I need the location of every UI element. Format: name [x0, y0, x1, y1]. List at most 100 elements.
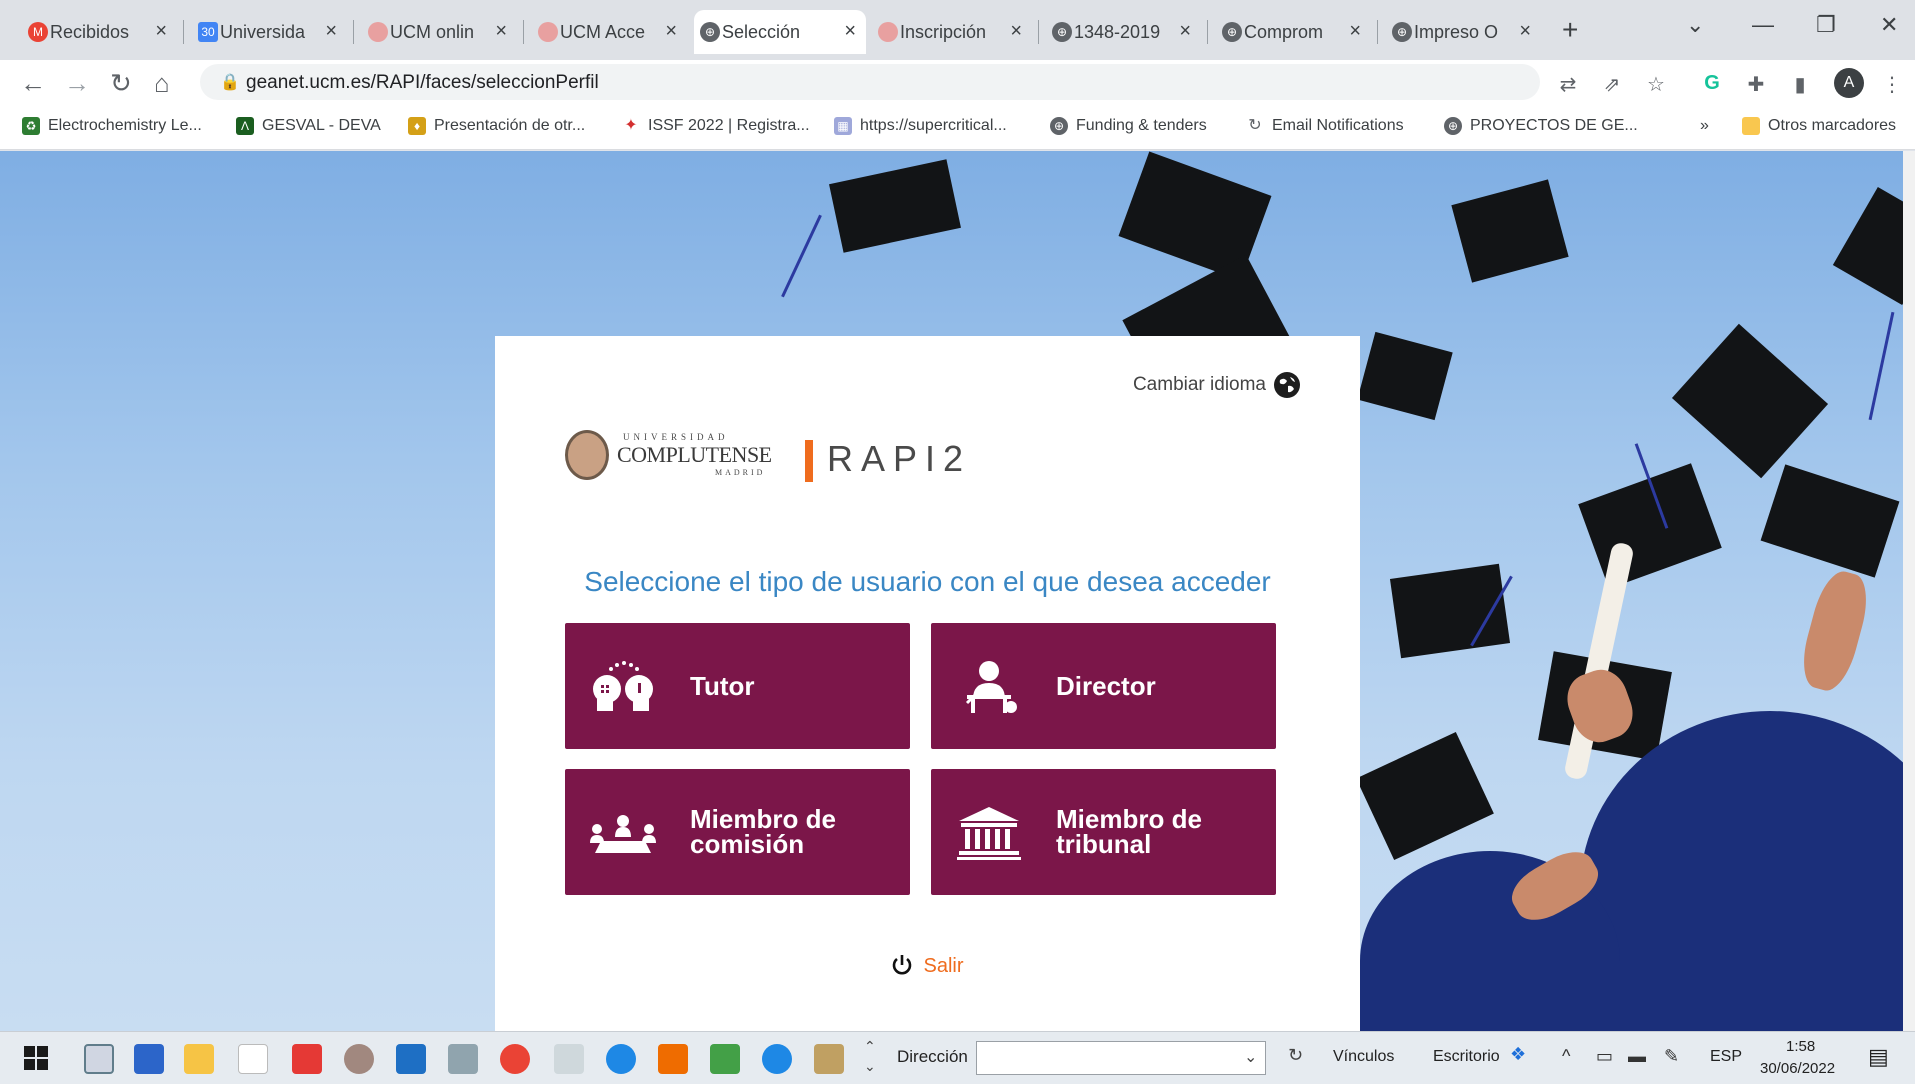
reload-button[interactable]: ↻ — [110, 68, 132, 99]
back-button[interactable]: ← — [20, 68, 46, 99]
tab-ucm-acceso[interactable]: UCM Acce × — [532, 10, 687, 54]
close-window-button[interactable]: ✕ — [1880, 12, 1898, 38]
menu-icon[interactable]: ⋮ — [1880, 72, 1904, 96]
share-icon[interactable]: ⇗ — [1600, 72, 1624, 96]
tab-seleccion[interactable]: ⊕ Selección × — [694, 10, 866, 54]
translate-icon[interactable]: ⇄ — [1556, 72, 1580, 96]
graduate-robe-image — [1580, 711, 1915, 1031]
tab-universidad[interactable]: 30 Universida × — [192, 10, 347, 54]
lock-icon[interactable]: 🔒 — [220, 72, 240, 92]
dropdown-arrow-icon[interactable]: ⌄ — [1244, 1047, 1257, 1067]
bookmark-issf[interactable]: ✦ ISSF 2022 | Registra... — [622, 117, 809, 135]
store-app-icon[interactable] — [134, 1044, 164, 1074]
skype-icon[interactable] — [606, 1044, 636, 1074]
file-explorer-icon[interactable] — [184, 1044, 214, 1074]
side-panel-icon[interactable]: ▮ — [1788, 72, 1812, 96]
close-icon[interactable]: × — [1349, 20, 1361, 43]
page-scrollbar[interactable] — [1903, 151, 1915, 1031]
more-bookmarks-button[interactable]: » — [1700, 117, 1709, 135]
mail-app-icon[interactable] — [396, 1044, 426, 1074]
forward-button[interactable]: → — [64, 68, 90, 99]
new-tab-button[interactable]: + — [1562, 14, 1578, 46]
home-button[interactable]: ⌂ — [154, 68, 170, 99]
app-icon[interactable] — [344, 1044, 374, 1074]
bookmark-presentacion[interactable]: ♦ Presentación de otr... — [408, 117, 585, 135]
url-text[interactable]: geanet.ucm.es/RAPI/faces/seleccionPerfil — [246, 72, 599, 94]
close-icon[interactable]: × — [1179, 20, 1191, 43]
links-toolbar[interactable]: Vínculos — [1333, 1048, 1394, 1066]
bookmark-supercritical[interactable]: ▦ https://supercritical... — [834, 117, 1007, 135]
close-icon[interactable]: × — [495, 20, 507, 43]
bookmark-gesval[interactable]: Λ GESVAL - DEVA — [236, 117, 381, 135]
tab-impreso[interactable]: ⊕ Impreso O × — [1386, 10, 1541, 54]
windows-start-icon[interactable] — [22, 1044, 50, 1072]
input-language[interactable]: ESP — [1710, 1048, 1742, 1066]
role-director-button[interactable]: Director — [931, 623, 1276, 749]
desktop-toolbar[interactable]: Escritorio — [1433, 1048, 1500, 1066]
logout-link[interactable]: Salir — [495, 954, 1360, 978]
role-committee-button[interactable]: Miembro de comisión — [565, 769, 910, 895]
restore-button[interactable]: ❐ — [1816, 12, 1836, 38]
role-tribunal-button[interactable]: Miembro de tribunal — [931, 769, 1276, 895]
battery-icon[interactable]: ▬ — [1628, 1046, 1646, 1067]
other-bookmarks-folder[interactable]: Otros marcadores — [1742, 117, 1896, 135]
graduation-cap-image — [1671, 323, 1829, 479]
court-icon — [953, 805, 1025, 861]
change-language-link[interactable]: Cambiar idioma — [1133, 372, 1300, 398]
chevron-up-icon[interactable]: ⌃ — [864, 1038, 876, 1055]
close-icon[interactable]: × — [325, 20, 337, 43]
home-app-icon[interactable] — [554, 1044, 584, 1074]
clock-time[interactable]: 1:58 — [1786, 1038, 1815, 1055]
chrome-icon[interactable] — [500, 1044, 530, 1074]
tab-inscripcion[interactable]: Inscripción × — [872, 10, 1032, 54]
close-icon[interactable]: × — [1519, 20, 1531, 43]
chevron-down-icon[interactable]: ⌄ — [864, 1058, 876, 1075]
app-icon[interactable] — [448, 1044, 478, 1074]
tab-label: Universida — [220, 21, 306, 42]
minimize-button[interactable]: — — [1752, 12, 1774, 38]
bookmark-label: Electrochemistry Le... — [48, 117, 202, 134]
pen-icon[interactable]: ✎ — [1664, 1046, 1679, 1067]
bookmark-proyectos[interactable]: ⊕ PROYECTOS DE GE... — [1444, 117, 1638, 135]
logo-top-text: UNIVERSIDAD — [623, 432, 729, 442]
page-title: Seleccione el tipo de usuario con el que… — [584, 566, 1271, 597]
show-hidden-icons-chevron[interactable]: ^ — [1562, 1046, 1570, 1067]
tab-ucm-online[interactable]: UCM onlin × — [362, 10, 517, 54]
role-label: Director — [1056, 670, 1156, 701]
bookmark-label: Presentación de otr... — [434, 117, 586, 134]
notepad-app-icon[interactable] — [84, 1044, 114, 1074]
role-tutor-button[interactable]: Tutor — [565, 623, 910, 749]
refresh-icon[interactable]: ↻ — [1288, 1045, 1303, 1066]
clock-date[interactable]: 30/06/2022 — [1760, 1060, 1835, 1077]
folder-icon — [1742, 117, 1760, 135]
grammarly-icon[interactable]: G — [1700, 72, 1724, 96]
brand-accent-bar — [805, 440, 813, 482]
close-icon[interactable]: × — [665, 20, 677, 43]
close-icon[interactable]: × — [1010, 20, 1022, 43]
app-icon[interactable] — [814, 1044, 844, 1074]
blank-document-icon[interactable] — [238, 1044, 268, 1074]
close-icon[interactable]: × — [155, 20, 167, 43]
dropbox-icon[interactable]: ❖ — [1510, 1044, 1526, 1065]
tab-1348-2019[interactable]: ⊕ 1348-2019 × — [1046, 10, 1201, 54]
address-toolbar-input[interactable] — [976, 1041, 1266, 1075]
network-icon[interactable]: ▭ — [1596, 1046, 1613, 1067]
mee-app-icon[interactable] — [292, 1044, 322, 1074]
tab-recibidos[interactable]: M Recibidos × — [22, 10, 177, 54]
address-bar[interactable]: 🔒 geanet.ucm.es/RAPI/faces/seleccionPerf… — [200, 64, 1540, 100]
close-icon[interactable]: × — [844, 20, 856, 43]
app-icon[interactable] — [710, 1044, 740, 1074]
extensions-icon[interactable]: ✚ — [1744, 72, 1768, 96]
gmail-icon: M — [28, 22, 48, 42]
bookmark-email-notifications[interactable]: ↻ Email Notifications — [1246, 117, 1403, 135]
director-icon — [953, 659, 1025, 715]
tab-compromiso[interactable]: ⊕ Comprom × — [1216, 10, 1371, 54]
app-icon[interactable] — [658, 1044, 688, 1074]
bookmark-electrochemistry[interactable]: ♻ Electrochemistry Le... — [22, 117, 202, 135]
tab-search-icon[interactable]: ⌄ — [1686, 12, 1704, 38]
edge-icon[interactable] — [762, 1044, 792, 1074]
bookmark-star-icon[interactable]: ☆ — [1644, 72, 1668, 96]
avatar[interactable]: A — [1834, 68, 1864, 98]
notifications-icon[interactable]: ▤ — [1868, 1044, 1889, 1070]
bookmark-funding[interactable]: ⊕ Funding & tenders — [1050, 117, 1207, 135]
